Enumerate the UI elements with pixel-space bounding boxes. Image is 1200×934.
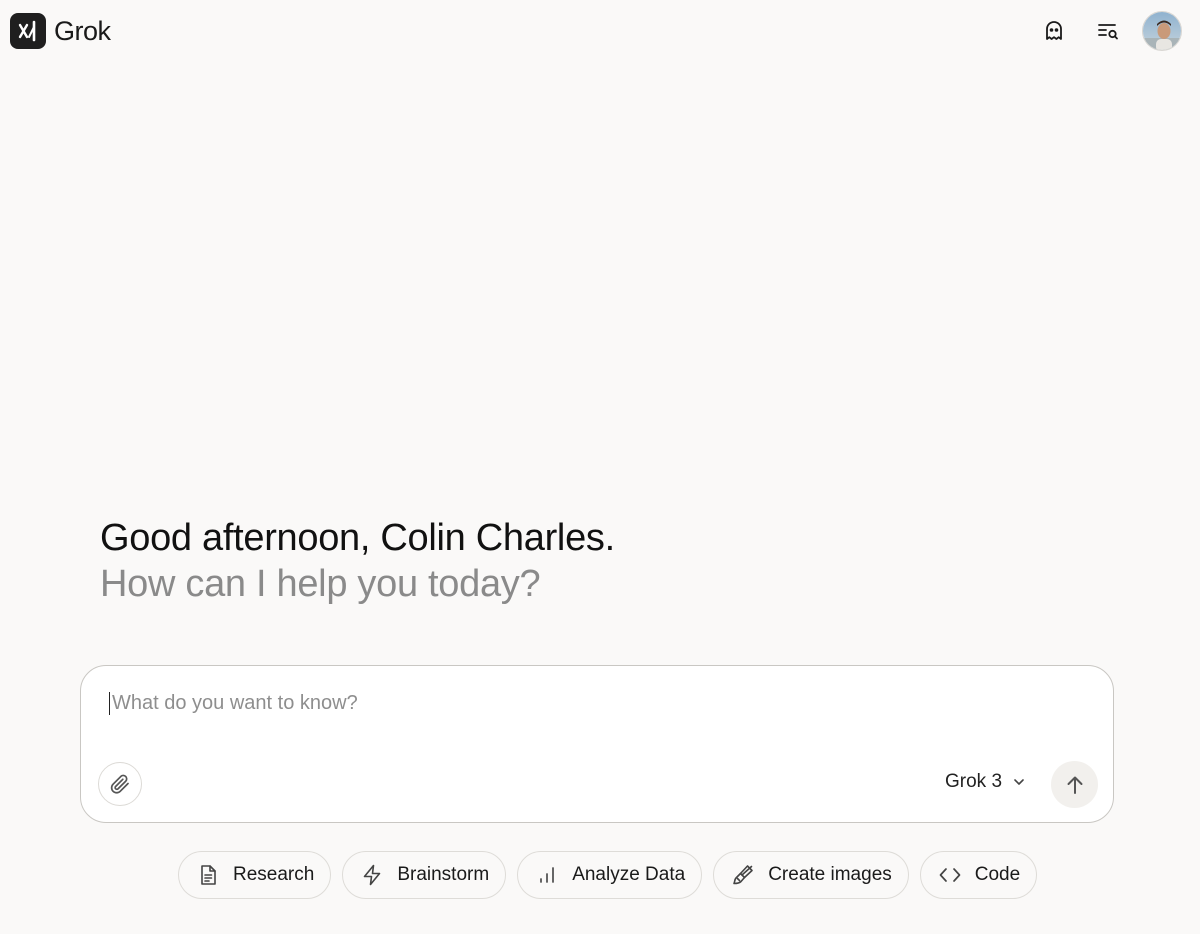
chip-label: Create images [768, 864, 892, 885]
chat-composer: Grok 3 [80, 665, 1114, 823]
avatar[interactable] [1142, 11, 1182, 51]
prompt-input[interactable] [109, 692, 1072, 715]
chip-label: Analyze Data [572, 864, 686, 885]
greeting-title: Good afternoon, Colin Charles. [100, 517, 615, 559]
app-name: Grok [54, 15, 111, 46]
grok-logo[interactable]: Grok [10, 13, 111, 49]
grok-logo-icon [10, 13, 46, 49]
suggestion-chips: Research Brainstorm Analyze Data Create … [178, 851, 1038, 899]
send-button[interactable] [1051, 761, 1098, 808]
chip-label: Code [974, 864, 1021, 885]
chip-research[interactable]: Research [178, 851, 332, 899]
arrow-up-icon [1067, 776, 1082, 794]
header-actions [1034, 11, 1182, 51]
document-icon [195, 862, 221, 888]
user-avatar-image [1143, 12, 1181, 50]
paperclip-icon [110, 774, 129, 794]
private-chat-button[interactable] [1034, 11, 1074, 51]
code-icon [937, 862, 963, 888]
chip-code[interactable]: Code [919, 851, 1038, 899]
chip-analyze-data[interactable]: Analyze Data [517, 851, 703, 899]
chevron-down-icon [1014, 779, 1024, 785]
lightning-icon [359, 862, 385, 888]
chip-brainstorm[interactable]: Brainstorm [342, 851, 507, 899]
chip-label: Brainstorm [397, 864, 490, 885]
model-selector[interactable]: Grok 3 [945, 771, 1026, 793]
attach-button[interactable] [98, 762, 142, 806]
model-label: Grok 3 [945, 771, 1003, 792]
top-bar: Grok [0, 0, 1200, 62]
ghost-icon [1046, 21, 1062, 40]
chip-create-images[interactable]: Create images [713, 851, 909, 899]
chip-label: Research [233, 864, 315, 885]
paintbrush-icon [730, 862, 756, 888]
search-history-icon [1098, 24, 1118, 40]
greeting: Good afternoon, Colin Charles. How can I… [100, 515, 615, 607]
chat-history-button[interactable] [1088, 11, 1128, 51]
greeting-subtitle: How can I help you today? [100, 563, 541, 605]
bar-chart-icon [534, 862, 560, 888]
